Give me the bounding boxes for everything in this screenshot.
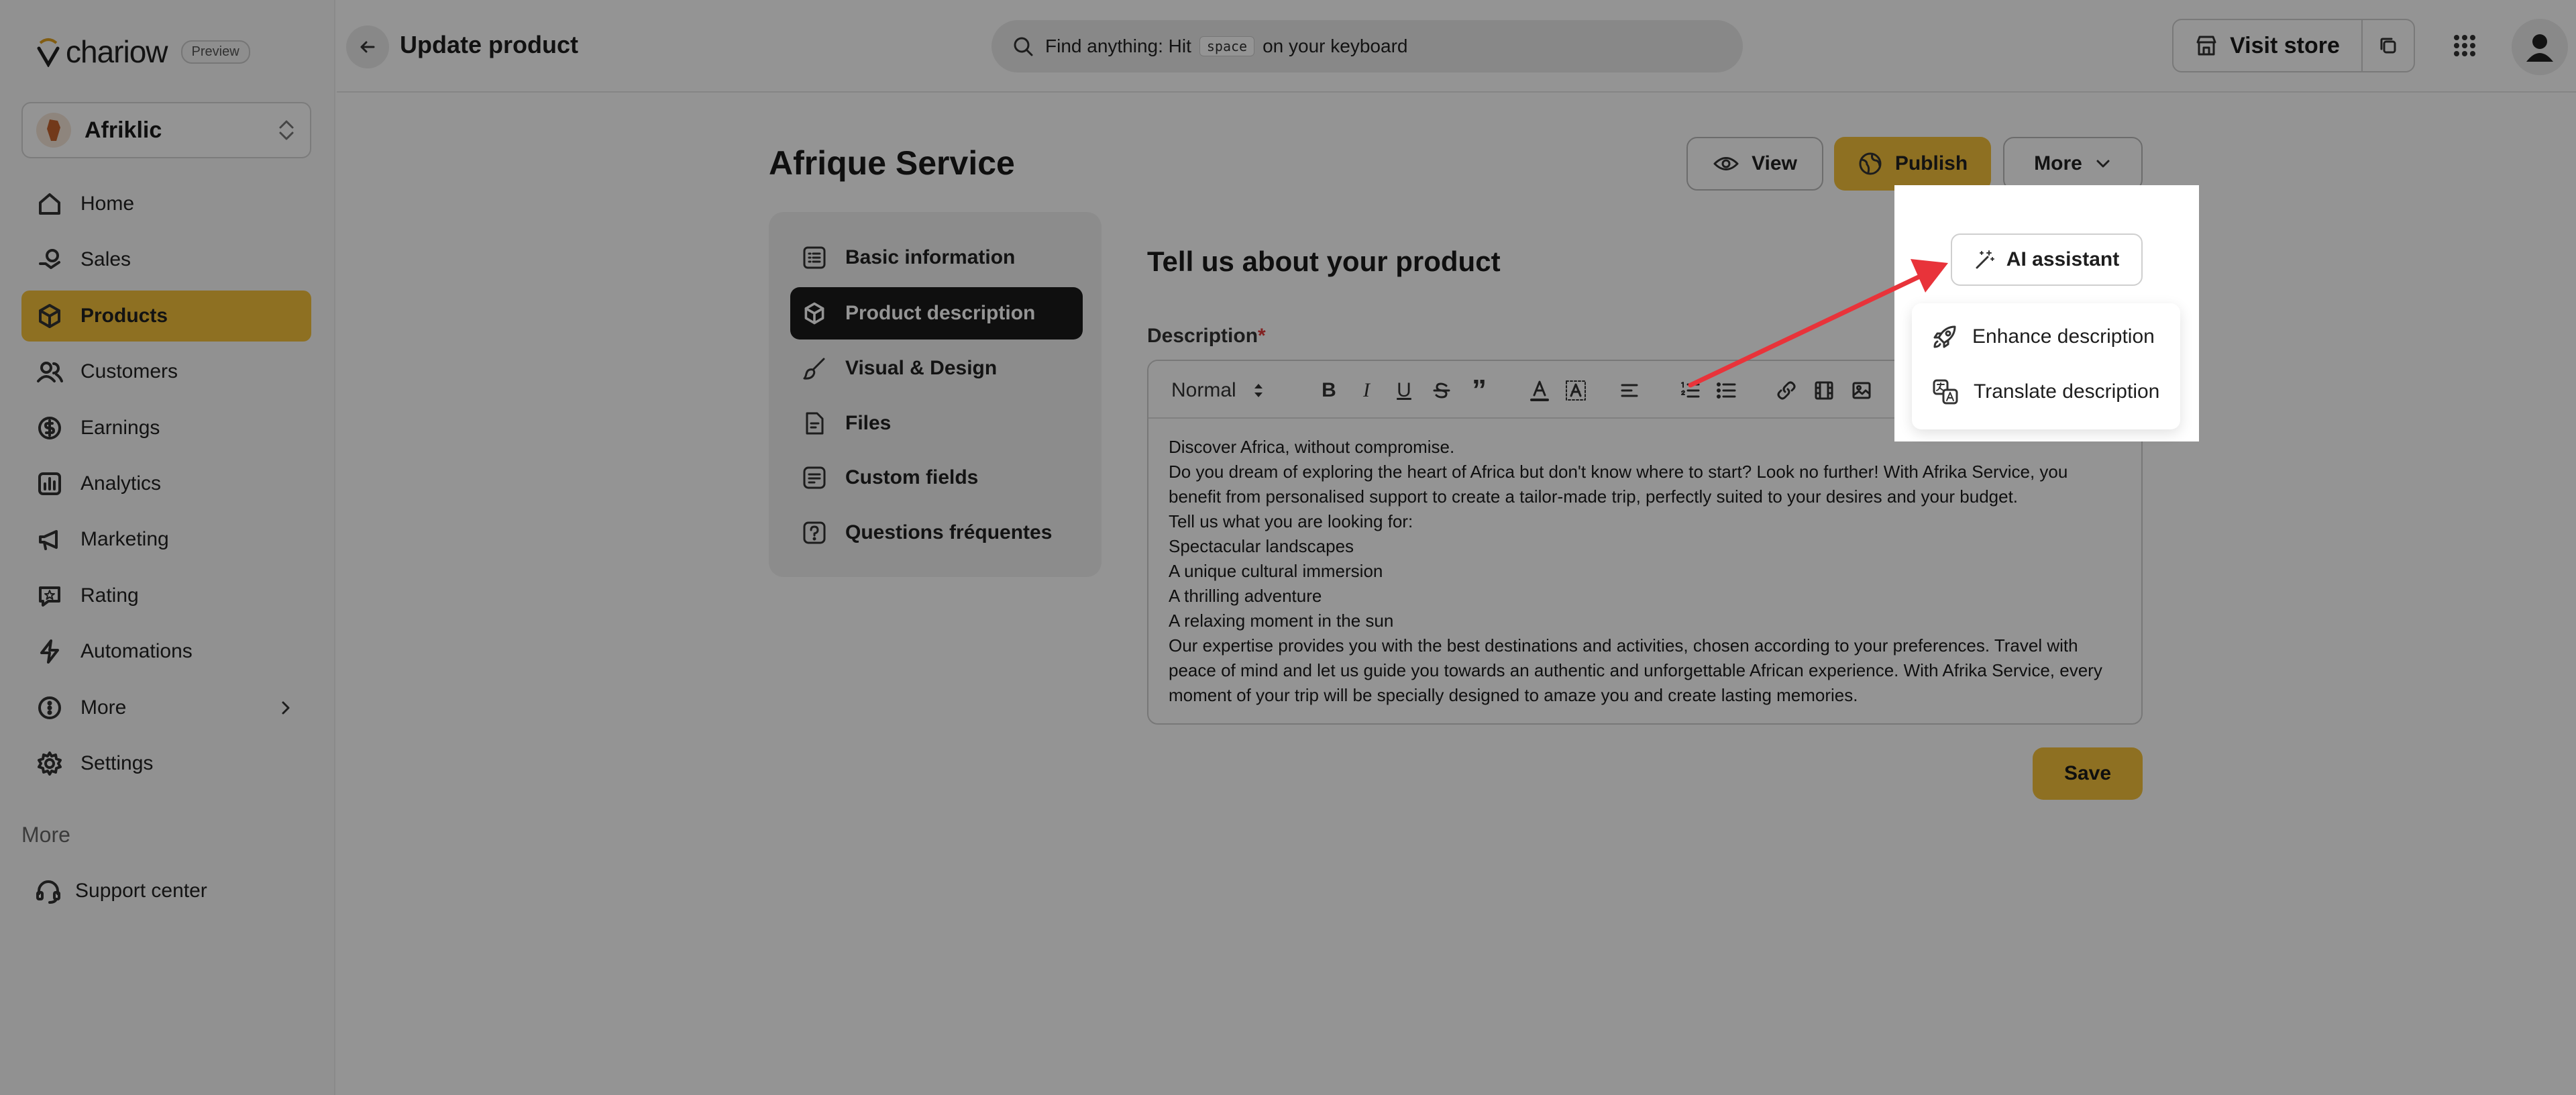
magic-wand-icon: [1974, 249, 1996, 270]
translate-icon: [1932, 378, 1959, 405]
rocket-icon: [1932, 324, 1957, 350]
menu-item-translate-description[interactable]: Translate description: [1932, 372, 2159, 412]
menu-item-label: Translate description: [1974, 380, 2160, 403]
ai-assistant-label: AI assistant: [2006, 248, 2120, 270]
dim-overlay: [0, 0, 2576, 1095]
ai-assistant-button[interactable]: AI assistant: [1951, 233, 2143, 286]
menu-item-label: Enhance description: [1972, 325, 2155, 348]
menu-item-enhance-description[interactable]: Enhance description: [1932, 317, 2155, 357]
